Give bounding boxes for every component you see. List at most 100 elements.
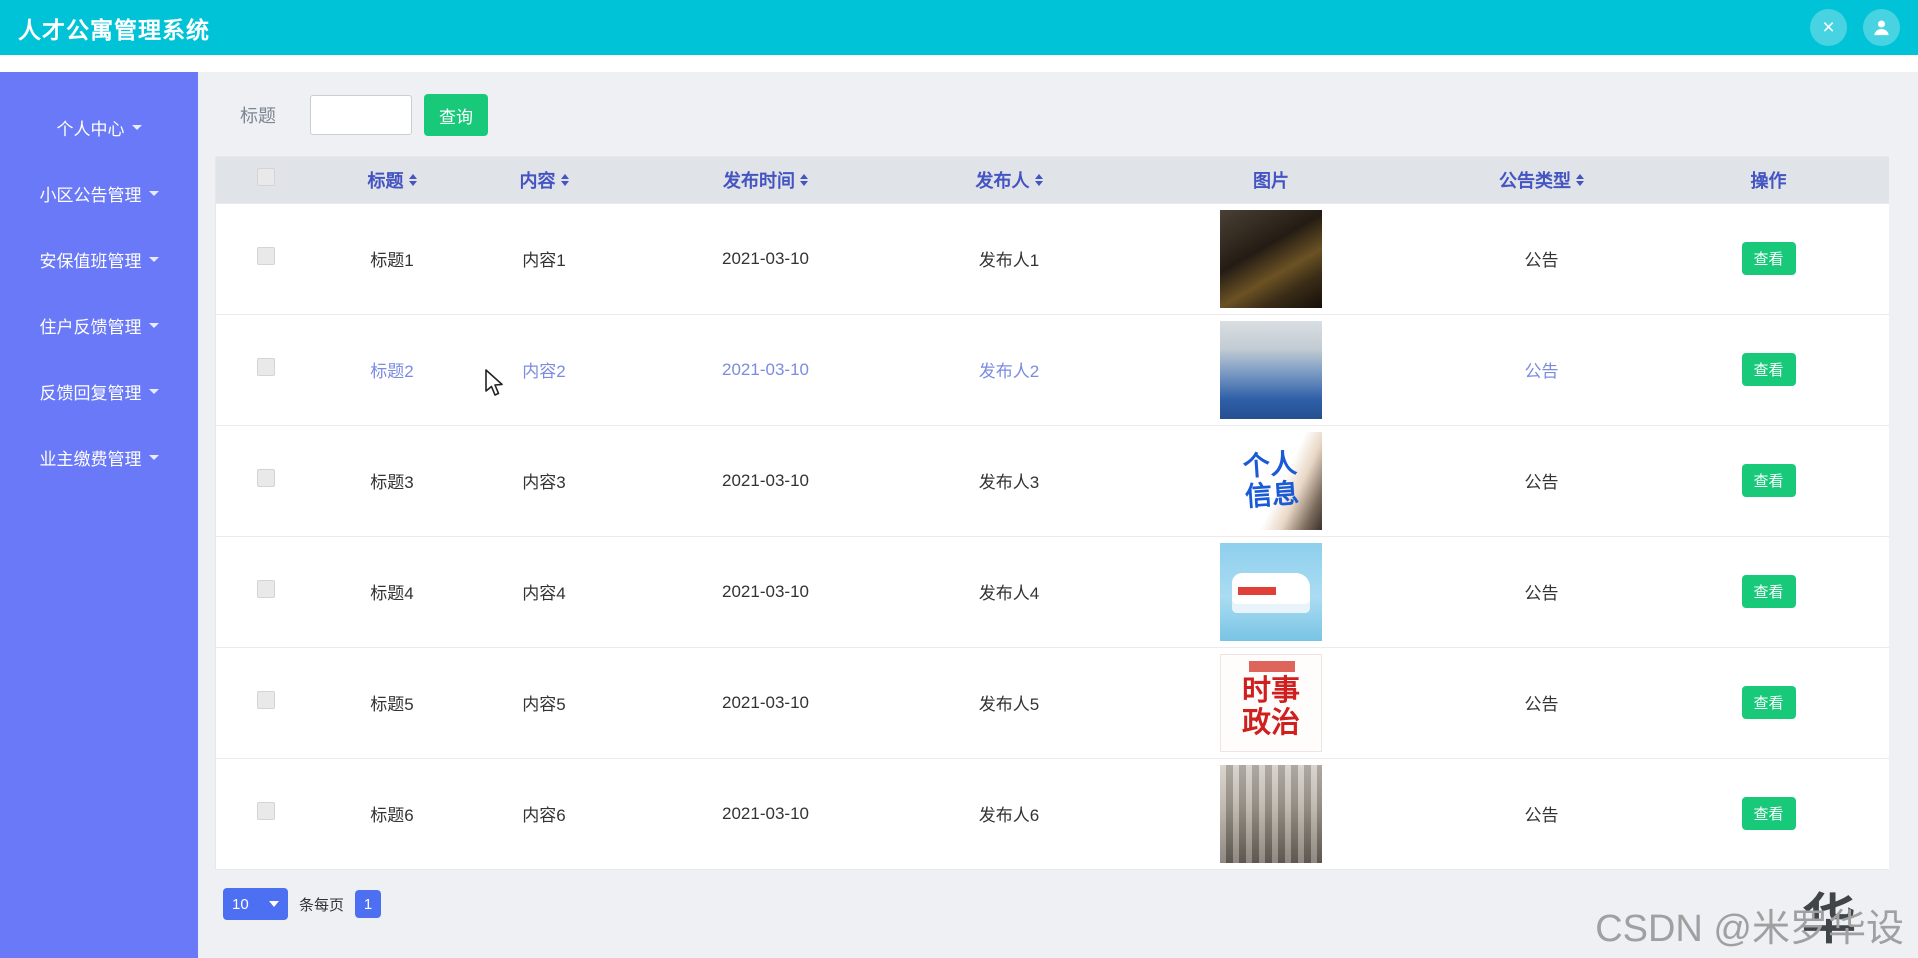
close-icon: × bbox=[1822, 16, 1835, 39]
view-button[interactable]: 查看 bbox=[1741, 464, 1796, 497]
cell-date: 2021-03-10 bbox=[620, 424, 911, 536]
sidebar-item[interactable]: 住户反馈管理 bbox=[0, 298, 198, 352]
row-checkbox[interactable] bbox=[257, 469, 275, 487]
column-header-1[interactable]: 内容 bbox=[468, 157, 620, 203]
row-checkbox[interactable] bbox=[257, 247, 275, 265]
user-icon bbox=[1874, 20, 1889, 36]
sidebar-item[interactable]: 安保值班管理 bbox=[0, 232, 198, 286]
sort-icon[interactable] bbox=[408, 173, 417, 186]
column-header-label: 发布人 bbox=[975, 170, 1030, 191]
column-header-0[interactable]: 标题 bbox=[316, 157, 468, 203]
cell-date: 2021-03-10 bbox=[620, 535, 911, 647]
cell-publisher: 发布人3 bbox=[911, 424, 1107, 536]
image-text: 时事政治 bbox=[1242, 674, 1301, 739]
top-strip bbox=[0, 55, 1918, 72]
per-page-label: 条每页 bbox=[299, 896, 345, 914]
cell-date: 2021-03-10 bbox=[620, 646, 911, 758]
cell-type: 公告 bbox=[1435, 646, 1648, 758]
chevron-down-icon bbox=[269, 901, 279, 907]
page-size-value: 10 bbox=[232, 895, 249, 913]
announcement-image[interactable]: 时事政治 bbox=[1220, 653, 1322, 752]
sidebar-item[interactable]: 小区公告管理 bbox=[0, 166, 198, 220]
sort-icon[interactable] bbox=[800, 173, 808, 186]
column-header-2[interactable]: 发布时间 bbox=[620, 157, 911, 203]
chevron-down-icon bbox=[148, 322, 159, 328]
column-header-3[interactable]: 发布人 bbox=[911, 157, 1107, 203]
column-header-6: 操作 bbox=[1648, 157, 1889, 203]
header-actions: × bbox=[1810, 9, 1900, 46]
announcement-image[interactable]: 个人信息 bbox=[1220, 431, 1322, 530]
cell-type: 公告 bbox=[1435, 424, 1648, 536]
column-header-label: 公告类型 bbox=[1499, 170, 1571, 191]
cell-content: 内容6 bbox=[468, 757, 620, 869]
search-input[interactable] bbox=[310, 95, 412, 135]
select-all-checkbox[interactable] bbox=[257, 168, 275, 187]
page-size-select[interactable]: 10 bbox=[223, 888, 288, 920]
row-checkbox[interactable] bbox=[257, 691, 275, 709]
table-row: 标题5 内容5 2021-03-10 发布人5 时事政治 公告 查看 bbox=[216, 646, 1889, 758]
cell-date: 2021-03-10 bbox=[620, 202, 911, 314]
cell-title: 标题6 bbox=[316, 757, 468, 869]
table-row: 标题3 内容3 2021-03-10 发布人3 个人信息 公告 查看 bbox=[216, 424, 1889, 536]
announcement-image[interactable] bbox=[1220, 764, 1322, 863]
cell-publisher: 发布人5 bbox=[911, 646, 1107, 758]
sidebar-item[interactable]: 个人中心 bbox=[0, 100, 198, 154]
chevron-down-icon bbox=[148, 454, 159, 460]
column-header-label: 内容 bbox=[519, 170, 556, 191]
sort-icon[interactable] bbox=[560, 173, 569, 186]
column-header-label: 发布时间 bbox=[723, 170, 795, 191]
column-header-label: 操作 bbox=[1750, 170, 1787, 191]
sidebar-item[interactable]: 反馈回复管理 bbox=[0, 364, 198, 418]
sidebar-item[interactable]: 业主缴费管理 bbox=[0, 430, 198, 484]
cell-date: 2021-03-10 bbox=[620, 757, 911, 869]
chevron-down-icon bbox=[131, 124, 142, 130]
image-text: 个人信息 bbox=[1241, 448, 1301, 513]
sort-icon[interactable] bbox=[1576, 173, 1584, 186]
view-button[interactable]: 查看 bbox=[1741, 686, 1796, 719]
sort-icon[interactable] bbox=[1034, 173, 1043, 186]
row-checkbox[interactable] bbox=[257, 358, 275, 376]
select-all-cell bbox=[216, 157, 316, 203]
cell-publisher: 发布人6 bbox=[911, 757, 1107, 869]
cell-publisher: 发布人4 bbox=[911, 535, 1107, 647]
sidebar-item-label: 业主缴费管理 bbox=[39, 449, 142, 469]
watermark: 华 CSDN @米罗华设 bbox=[1595, 890, 1904, 952]
announcements-table: 标题 内容 发布时间 发布人 图片 公告类型 操作 标题1 内容1 2021-03-10 发布人1… bbox=[215, 156, 1889, 870]
cell-content: 内容5 bbox=[468, 646, 620, 758]
cell-title: 标题1 bbox=[316, 202, 468, 314]
cell-publisher: 发布人1 bbox=[911, 202, 1107, 314]
sidebar-item-label: 个人中心 bbox=[56, 119, 125, 139]
announcement-image[interactable] bbox=[1220, 209, 1322, 308]
page-1-button[interactable]: 1 bbox=[355, 890, 382, 918]
cell-publisher: 发布人2 bbox=[911, 313, 1107, 425]
cell-date: 2021-03-10 bbox=[620, 313, 911, 425]
sidebar: 个人中心小区公告管理 安保值班管理住户反馈管理反馈回复管理 业主缴费管理 bbox=[0, 72, 198, 958]
table-header-row: 标题 内容 发布时间 发布人 图片 公告类型 操作 bbox=[216, 157, 1889, 203]
view-button[interactable]: 查看 bbox=[1741, 353, 1796, 386]
search-button[interactable]: 查询 bbox=[424, 94, 488, 136]
sidebar-item-label: 小区公告管理 bbox=[39, 185, 142, 205]
column-header-5[interactable]: 公告类型 bbox=[1435, 157, 1648, 203]
view-button[interactable]: 查看 bbox=[1741, 797, 1796, 831]
cell-content: 内容4 bbox=[468, 535, 620, 647]
profile-button[interactable] bbox=[1863, 9, 1900, 46]
close-button[interactable]: × bbox=[1810, 9, 1847, 46]
view-button[interactable]: 查看 bbox=[1741, 575, 1796, 608]
cell-content: 内容1 bbox=[468, 202, 620, 314]
watermark-text: CSDN @米罗华设 bbox=[1595, 908, 1904, 950]
cell-title: 标题3 bbox=[316, 424, 468, 536]
cell-type: 公告 bbox=[1435, 202, 1648, 314]
row-checkbox[interactable] bbox=[257, 580, 275, 598]
sidebar-item-label: 安保值班管理 bbox=[39, 251, 142, 271]
announcement-image[interactable] bbox=[1220, 320, 1322, 419]
announcement-image[interactable] bbox=[1220, 542, 1322, 641]
cell-type: 公告 bbox=[1435, 535, 1648, 647]
sidebar-item-label: 反馈回复管理 bbox=[39, 383, 142, 403]
table-row: 标题1 内容1 2021-03-10 发布人1 公告 查看 bbox=[216, 202, 1889, 314]
row-checkbox[interactable] bbox=[257, 802, 275, 821]
app-header: 人才公寓管理系统 × bbox=[0, 0, 1918, 55]
cell-title: 标题4 bbox=[316, 535, 468, 647]
cell-content: 内容3 bbox=[468, 424, 620, 536]
view-button[interactable]: 查看 bbox=[1741, 242, 1796, 275]
table-row: 标题6 内容6 2021-03-10 发布人6 公告 查看 bbox=[216, 757, 1889, 869]
